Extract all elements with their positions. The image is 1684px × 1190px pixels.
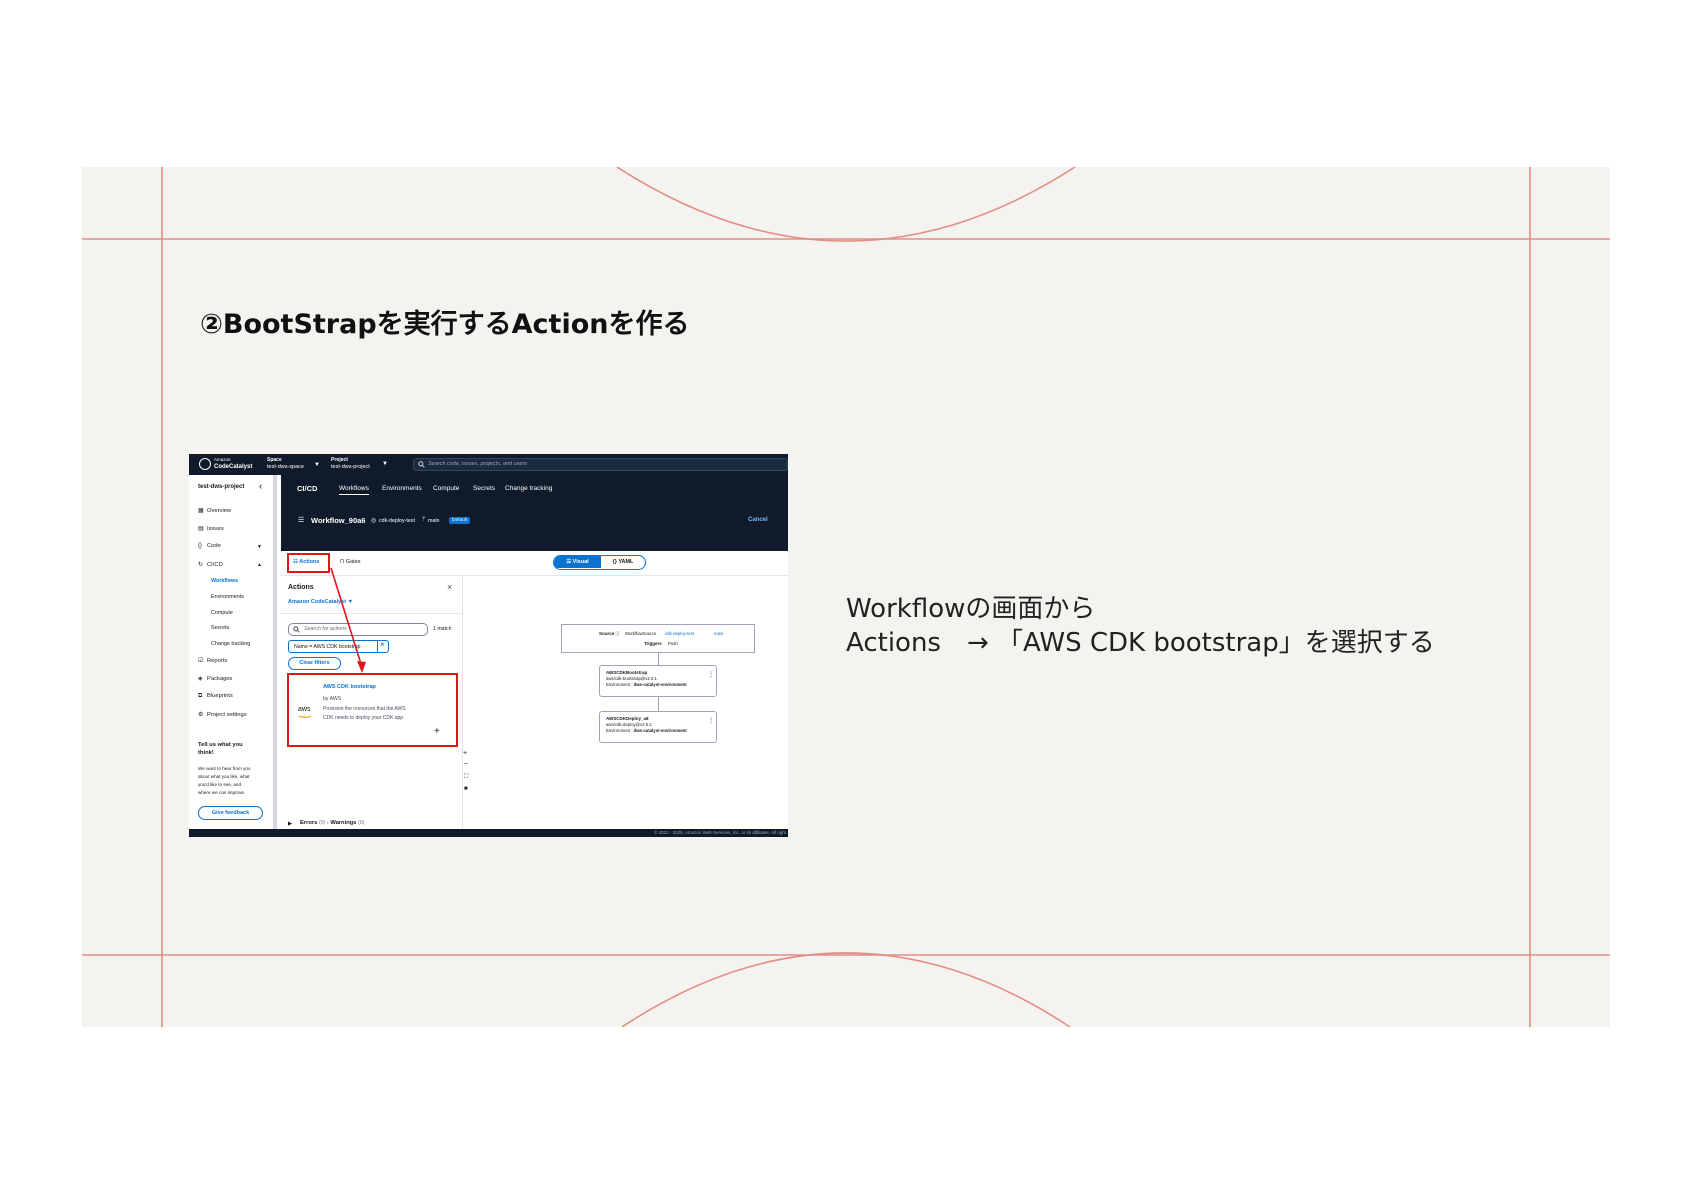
search-placeholder: Search code, issues, projects, and users — [428, 461, 528, 467]
zoom-in-icon[interactable]: + — [463, 750, 467, 757]
cancel-button[interactable]: Cancel — [748, 517, 768, 523]
cicd-icon: ↻ — [198, 562, 204, 568]
footer-bar: © 2022 - 2025, Amazon Web Services, Inc.… — [189, 829, 788, 837]
space-dropdown-icon[interactable]: ▼ — [314, 462, 320, 468]
errors-warnings[interactable]: Errors (0) - Warnings (0) — [300, 820, 364, 826]
triggers-value: Push — [668, 641, 678, 646]
project-selector[interactable]: test-dws-project — [331, 464, 370, 470]
sidebar-item-project-settings[interactable]: ⚙ Project settings — [198, 711, 247, 718]
sidebar-item-blueprints[interactable]: ⧉ Blueprints — [198, 693, 233, 700]
overview-icon: ▦ — [198, 508, 204, 514]
cicd-section-title: CI/CD — [297, 484, 318, 493]
sidebar-sub-compute[interactable]: Compute — [211, 610, 233, 616]
default-badge: Default — [449, 517, 471, 524]
source-branch-link[interactable]: main — [714, 631, 723, 636]
workflow-menu-icon: ☰ — [298, 517, 305, 524]
blueprints-icon: ⧉ — [198, 693, 203, 699]
project-sidebar: test-dws-project ‹ ▦ Overview ▤ Issues {} C… — [189, 475, 277, 837]
project-dropdown-icon[interactable]: ▼ — [382, 461, 388, 467]
brand-small: Amazon — [214, 457, 231, 462]
collapse-sidebar-icon[interactable]: ‹ — [259, 481, 262, 492]
tab-workflows[interactable]: Workflows — [339, 485, 369, 495]
workflow-editor: ☷ Actions ⊓ Gates ☰ Visual {} YAML Actio… — [281, 551, 788, 830]
workflow-name: Workflow_90a6 — [311, 516, 366, 525]
tab-compute[interactable]: Compute — [433, 485, 459, 492]
branch-icon: ᛘ — [422, 517, 426, 523]
sidebar-project-name: test-dws-project — [198, 484, 245, 490]
cicd-collapse-icon[interactable]: ▲ — [257, 562, 262, 568]
workflow-node-bootstrap[interactable]: AWSCDKBootstrap aws/cdk-bootstrap@v2.0.1… — [599, 665, 717, 697]
node-menu-icon[interactable]: ⋮ — [708, 717, 714, 724]
codecatalyst-logo-icon — [199, 458, 211, 470]
cicd-header: CI/CD Workflows Environments Compute Sec… — [281, 475, 788, 551]
sidebar-sub-secrets[interactable]: Secrets — [211, 625, 229, 631]
space-selector[interactable]: test-dws-space — [267, 464, 304, 470]
issues-icon: ▤ — [198, 526, 204, 532]
search-icon — [418, 461, 425, 468]
source-repo-link[interactable]: cdk-deploy-test — [665, 631, 694, 636]
zoom-out-icon[interactable]: − — [464, 761, 468, 768]
fit-view-icon[interactable]: ⛶ — [464, 774, 468, 781]
tab-change-tracking[interactable]: Change tracking — [505, 485, 552, 492]
sidebar-sub-change-tracking[interactable]: Change tracking — [211, 641, 250, 647]
repo-icon: ◎ — [371, 518, 377, 524]
connector-line — [658, 697, 659, 711]
sidebar-item-reports[interactable]: ☑ Reports — [198, 657, 227, 664]
reports-icon: ☑ — [198, 658, 204, 664]
annotation-arrow-icon — [330, 567, 366, 673]
project-label: Project — [331, 457, 348, 463]
result-card-highlight — [287, 673, 458, 747]
feedback-text: We want to hear from you about what you … — [198, 766, 251, 795]
feedback-title: Tell us what you think! — [198, 742, 243, 756]
code-icon: {} — [198, 543, 203, 549]
actions-panel: Actions × Amazon CodeCatalyst ▼ Search f… — [281, 567, 463, 830]
sidebar-item-code[interactable]: {} Code — [198, 543, 221, 549]
connector-line — [658, 653, 659, 665]
workflow-repo: cdk-deploy-test — [379, 518, 415, 524]
give-feedback-button[interactable]: Give feedback — [198, 806, 263, 820]
errors-expand-icon[interactable]: ▶ — [288, 821, 292, 827]
workflow-branch: main — [428, 518, 440, 524]
description-line-1: Workflowの画面から — [846, 594, 1096, 624]
sidebar-item-overview[interactable]: ▦ Overview — [198, 507, 231, 514]
footer-copyright: © 2022 - 2025, Amazon Web Services, Inc.… — [654, 830, 786, 835]
description-line-2: Actions → 「AWS CDK bootstrap」を選択する — [846, 628, 1435, 658]
global-search-input[interactable]: Search code, issues, projects, and users — [413, 458, 788, 471]
view-toggle: ☰ Visual {} YAML — [553, 555, 646, 570]
sidebar-item-issues[interactable]: ▤ Issues — [198, 525, 224, 532]
top-navigation-bar: Amazon CodeCatalyst Space test-dws-space… — [189, 454, 788, 475]
source-label: Source — [599, 631, 615, 636]
node-menu-icon[interactable]: ⋮ — [708, 671, 714, 678]
slide-description: Workflowの画面から Actions → 「AWS CDK bootstr… — [846, 592, 1435, 660]
space-label: Space — [267, 457, 282, 463]
tab-secrets[interactable]: Secrets — [473, 485, 495, 492]
packages-icon: ◈ — [198, 676, 203, 682]
yaml-toggle-button[interactable]: {} YAML — [601, 556, 645, 568]
tab-environments[interactable]: Environments — [382, 485, 422, 492]
workflow-node-deploy[interactable]: AWSCDKDeploy_a8 aws/cdk-deploy@v2.0.2 En… — [599, 711, 717, 743]
lock-icon[interactable]: ■ — [464, 786, 468, 792]
sidebar-item-packages[interactable]: ◈ Packages — [198, 675, 232, 682]
sidebar-sub-workflows[interactable]: Workflows — [211, 578, 238, 584]
workflow-source-node[interactable]: Source ⓘ WorkflowSource cdk-deploy-test … — [561, 624, 755, 653]
sidebar-item-cicd[interactable]: ↻ CI/CD — [198, 561, 223, 568]
triggers-label: Triggers — [644, 641, 662, 646]
code-expand-icon[interactable]: ▼ — [257, 544, 262, 550]
sidebar-sub-environments[interactable]: Environments — [211, 594, 244, 600]
visual-toggle-button[interactable]: ☰ Visual — [554, 556, 601, 568]
source-value: WorkflowSource — [625, 631, 657, 636]
brand-name: CodeCatalyst — [214, 464, 253, 470]
settings-icon: ⚙ — [198, 712, 204, 718]
slide-title: ②BootStrapを実行するActionを作る — [200, 309, 690, 340]
info-icon: ⓘ — [615, 631, 620, 636]
codecatalyst-screenshot: Amazon CodeCatalyst Space test-dws-space… — [189, 454, 788, 837]
